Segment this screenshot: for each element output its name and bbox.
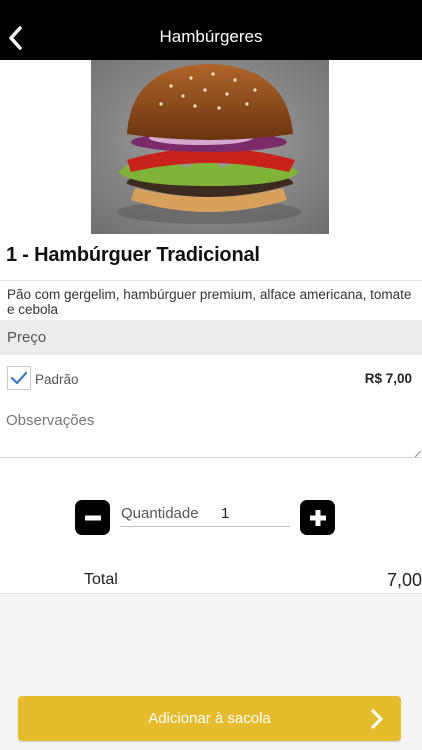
- quantity-underline: [120, 526, 290, 527]
- chevron-right-icon: [367, 708, 387, 730]
- page-title: Hambúrgeres: [159, 27, 263, 46]
- top-bar: Hambúrgeres: [0, 0, 422, 60]
- quantity-decrease-button[interactable]: [75, 500, 110, 535]
- minus-icon: [84, 515, 101, 520]
- quantity-value[interactable]: 1: [221, 505, 229, 522]
- plus-icon: [309, 509, 326, 526]
- total-label: Total: [84, 571, 118, 588]
- divider: [0, 280, 422, 281]
- option-label: Padrão: [35, 372, 79, 387]
- option-price: R$ 7,00: [364, 371, 412, 386]
- product-title: 1 - Hambúrguer Tradicional: [6, 244, 260, 266]
- price-section-header: Preço: [0, 320, 422, 355]
- add-to-bag-button[interactable]: Adicionar à sacola: [18, 696, 401, 741]
- hamburger-photo: [91, 60, 329, 234]
- checkmark-icon: [10, 371, 28, 385]
- notes-field[interactable]: [0, 402, 422, 458]
- price-section-label: Preço: [7, 329, 47, 346]
- option-checkbox[interactable]: [7, 366, 31, 390]
- add-to-bag-label: Adicionar à sacola: [148, 710, 271, 727]
- product-image-area: [0, 60, 422, 234]
- quantity-increase-button[interactable]: [300, 500, 335, 535]
- total-value: 7,00: [386, 570, 422, 590]
- resize-grip-icon: [415, 451, 421, 457]
- price-option-row[interactable]: Padrão R$ 7,00: [0, 362, 422, 396]
- product-description: Pão com gergelim, hambúrguer premium, al…: [7, 287, 412, 317]
- quantity-label: Quantidade: [121, 505, 199, 522]
